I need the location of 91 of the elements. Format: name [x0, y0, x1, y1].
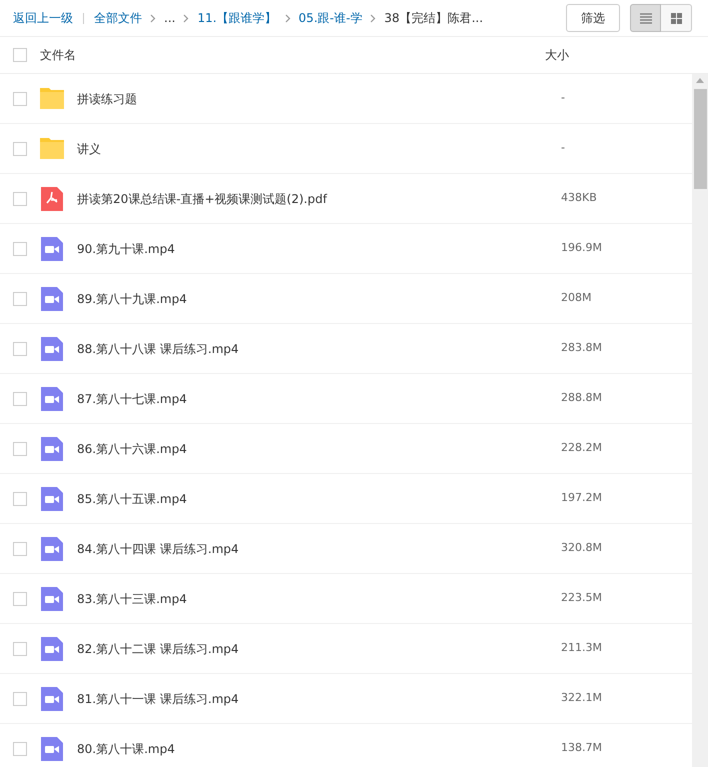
checkbox[interactable]	[13, 342, 27, 356]
file-row[interactable]: 89.第八十九课.mp4 208M	[0, 274, 692, 324]
filter-button[interactable]: 筛选	[566, 4, 620, 32]
video-icon	[41, 536, 63, 560]
file-name[interactable]: 90.第九十课.mp4	[77, 240, 561, 258]
file-name[interactable]: 87.第八十七课.mp4	[77, 390, 561, 408]
file-name[interactable]: 81.第八十一课 课后练习.mp4	[77, 690, 561, 708]
checkbox[interactable]	[13, 242, 27, 256]
file-size: 438KB	[561, 190, 597, 206]
checkbox[interactable]	[13, 48, 27, 62]
video-icon	[41, 436, 63, 460]
file-name[interactable]: 拼读练习题	[77, 90, 561, 108]
file-size: 211.3M	[561, 640, 602, 656]
file-row[interactable]: 85.第八十五课.mp4 197.2M	[0, 474, 692, 524]
file-row[interactable]: 拼读第20课总结课-直播+视频课测试题(2).pdf 438KB	[0, 174, 692, 224]
folder-icon	[40, 138, 64, 159]
video-icon	[41, 386, 63, 410]
column-header: 大小	[545, 47, 569, 64]
file-row[interactable]: 86.第八十六课.mp4 228.2M	[0, 424, 692, 474]
file-name[interactable]: 89.第八十九课.mp4	[77, 290, 561, 308]
file-row[interactable]: 拼读练习题 -	[0, 74, 692, 124]
chevron-icon	[150, 14, 156, 22]
checkbox[interactable]	[13, 292, 27, 306]
breadcrumb-text: 38【完结】陈君...	[384, 10, 484, 27]
scroll-up-icon[interactable]	[696, 78, 704, 83]
checkbox[interactable]	[13, 442, 27, 456]
video-icon	[41, 686, 63, 710]
file-name[interactable]: 86.第八十六课.mp4	[77, 440, 561, 458]
pdf-icon	[41, 186, 63, 210]
video-icon	[41, 286, 63, 310]
scrollbar[interactable]	[692, 74, 708, 767]
file-name[interactable]: 85.第八十五课.mp4	[77, 490, 561, 508]
column-header: 文件名	[40, 47, 77, 64]
file-row[interactable]: 87.第八十七课.mp4 288.8M	[0, 374, 692, 424]
file-size: 196.9M	[561, 240, 602, 256]
chevron-icon	[370, 14, 376, 22]
file-row[interactable]: 82.第八十二课 课后练习.mp4 211.3M	[0, 624, 692, 674]
file-size: 138.7M	[561, 740, 602, 756]
list-view-button[interactable]	[630, 4, 661, 32]
file-row[interactable]: 88.第八十八课 课后练习.mp4 283.8M	[0, 324, 692, 374]
file-row[interactable]: 84.第八十四课 课后练习.mp4 320.8M	[0, 524, 692, 574]
file-row[interactable]: 81.第八十一课 课后练习.mp4 322.1M	[0, 674, 692, 724]
breadcrumb-link[interactable]: 05.跟-谁-学	[298, 9, 362, 27]
checkbox[interactable]	[13, 492, 27, 506]
back-link[interactable]: 返回上一级	[13, 9, 73, 27]
video-icon	[41, 636, 63, 660]
checkbox[interactable]	[13, 392, 27, 406]
breadcrumb-text: ...	[164, 10, 176, 27]
video-icon	[41, 736, 63, 760]
breadcrumb-link[interactable]: 11.【跟谁学】	[197, 9, 277, 27]
checkbox[interactable]	[13, 92, 27, 106]
list-icon	[640, 12, 652, 24]
checkbox[interactable]	[13, 592, 27, 606]
chevron-icon	[284, 14, 291, 22]
file-name[interactable]: 82.第八十二课 课后练习.mp4	[77, 640, 561, 658]
file-row[interactable]: 83.第八十三课.mp4 223.5M	[0, 574, 692, 624]
scrollbar-thumb[interactable]	[694, 89, 706, 189]
file-size: 197.2M	[561, 490, 602, 506]
chevron-icon	[183, 14, 190, 22]
checkbox[interactable]	[13, 692, 27, 706]
file-row[interactable]: 90.第九十课.mp4 196.9M	[0, 224, 692, 274]
file-name[interactable]: 83.第八十三课.mp4	[77, 590, 561, 608]
file-size: 223.5M	[561, 590, 602, 606]
checkbox[interactable]	[13, 192, 27, 206]
folder-icon	[40, 88, 64, 109]
grid-icon	[670, 12, 682, 24]
file-name[interactable]: 88.第八十八课 课后练习.mp4	[77, 340, 561, 358]
file-row[interactable]: 80.第八十课.mp4 138.7M	[0, 724, 692, 767]
video-icon	[41, 336, 63, 360]
file-name[interactable]: 讲义	[77, 140, 561, 158]
file-size: 288.8M	[561, 390, 602, 406]
video-icon	[41, 586, 63, 610]
file-size: 322.1M	[561, 690, 602, 706]
checkbox[interactable]	[13, 542, 27, 556]
file-size: -	[561, 90, 565, 106]
video-icon	[41, 486, 63, 510]
checkbox[interactable]	[13, 642, 27, 656]
file-size: 228.2M	[561, 440, 602, 456]
file-name[interactable]: 拼读第20课总结课-直播+视频课测试题(2).pdf	[77, 190, 561, 208]
file-size: 320.8M	[561, 540, 602, 556]
video-icon	[41, 236, 63, 260]
checkbox[interactable]	[13, 742, 27, 756]
file-name[interactable]: 80.第八十课.mp4	[77, 740, 561, 758]
file-row[interactable]: 讲义 -	[0, 124, 692, 174]
file-name[interactable]: 84.第八十四课 课后练习.mp4	[77, 540, 561, 558]
grid-view-button[interactable]	[661, 4, 692, 32]
file-size: -	[561, 140, 565, 156]
breadcrumb-link[interactable]: 全部文件	[94, 9, 142, 27]
checkbox[interactable]	[13, 142, 27, 156]
file-size: 208M	[561, 290, 592, 306]
file-size: 283.8M	[561, 340, 602, 356]
